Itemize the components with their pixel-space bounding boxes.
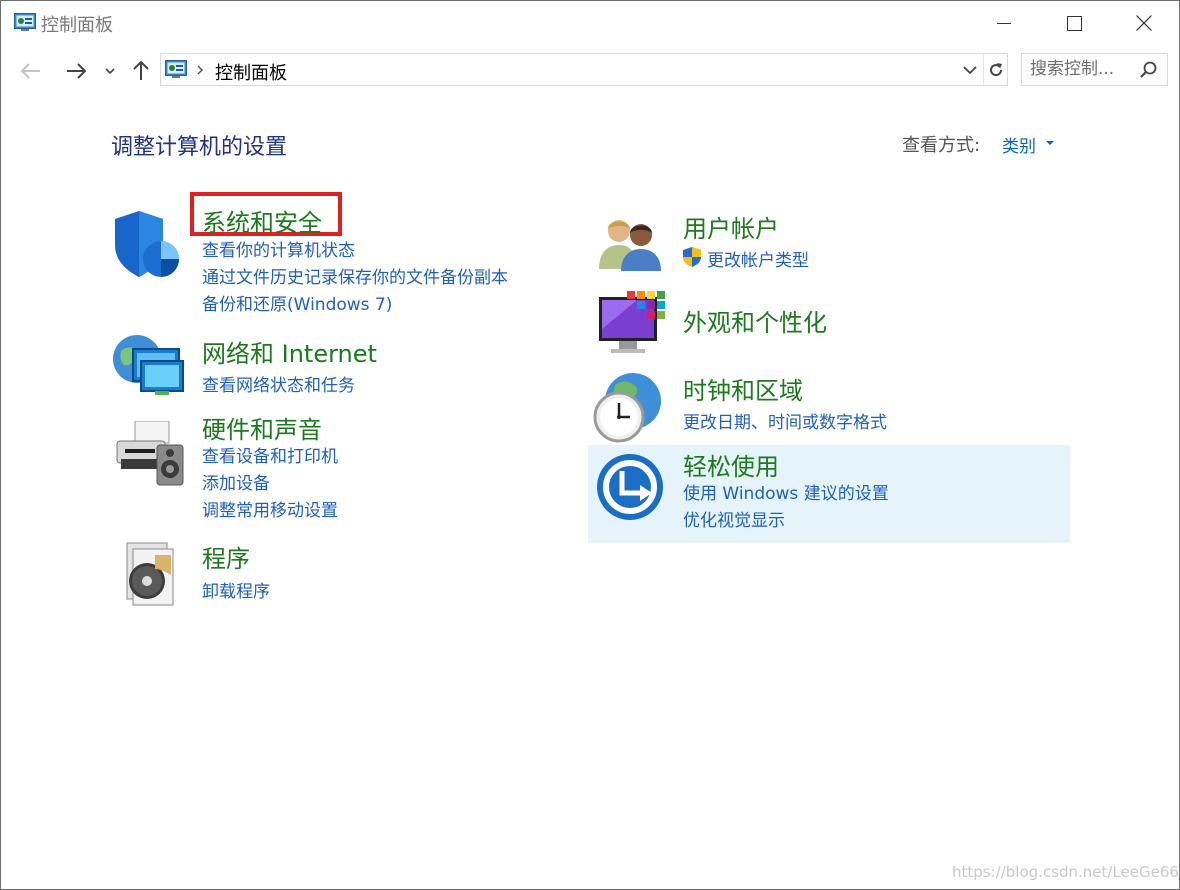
- security-shield-icon[interactable]: [113, 209, 183, 281]
- network-globe-icon[interactable]: [111, 331, 187, 401]
- link-add-device[interactable]: 添加设备: [202, 469, 270, 494]
- link-file-history[interactable]: 通过文件历史记录保存你的文件备份副本: [202, 263, 508, 288]
- refresh-icon: [990, 62, 1003, 76]
- category-system-security[interactable]: 系统和安全: [202, 203, 322, 238]
- category-appearance-personalization[interactable]: 外观和个性化: [683, 303, 827, 338]
- refresh-button[interactable]: [983, 54, 1008, 85]
- page-title: 调整计算机的设置: [111, 135, 288, 160]
- back-arrow-icon[interactable]: [18, 58, 44, 84]
- control-panel-icon: [165, 60, 187, 78]
- chevron-down-icon[interactable]: [102, 61, 118, 81]
- forward-arrow-icon[interactable]: [63, 58, 89, 84]
- printer-speaker-icon[interactable]: [113, 421, 185, 487]
- category-ease-of-access[interactable]: 轻松使用: [683, 447, 779, 482]
- category-network-internet[interactable]: 网络和 Internet: [202, 334, 377, 369]
- search-input[interactable]: [1030, 58, 1135, 80]
- title-bar[interactable]: 控制面板: [1, 1, 1179, 45]
- ease-of-access-icon[interactable]: [596, 453, 664, 521]
- category-user-accounts[interactable]: 用户帐户: [683, 209, 779, 244]
- link-uninstall-program[interactable]: 卸载程序: [202, 577, 270, 602]
- link-devices-printers[interactable]: 查看设备和打印机: [202, 442, 338, 467]
- minimize-icon: [997, 23, 1011, 24]
- window-title: 控制面板: [41, 15, 113, 36]
- view-by-label: 查看方式:: [902, 135, 981, 156]
- chevron-down-icon[interactable]: [961, 61, 979, 79]
- link-network-status[interactable]: 查看网络状态和任务: [202, 371, 355, 396]
- user-accounts-icon[interactable]: [597, 215, 663, 271]
- minimize-button[interactable]: [969, 1, 1039, 45]
- programs-disc-icon[interactable]: [119, 541, 183, 607]
- control-panel-icon: [14, 13, 36, 31]
- search-box[interactable]: [1021, 53, 1168, 86]
- up-arrow-icon[interactable]: [128, 58, 154, 84]
- control-panel-window: 控制面板 控制面板 搜索控制... 调整计算机的设置 查看方式: 类别 系统和安…: [0, 0, 1180, 890]
- view-by-dropdown[interactable]: 类别: [1002, 132, 1036, 157]
- close-icon: [1136, 15, 1152, 31]
- appearance-monitor-icon[interactable]: [597, 289, 667, 357]
- link-mobility-settings[interactable]: 调整常用移动设置: [202, 496, 338, 521]
- link-change-date-time-format[interactable]: 更改日期、时间或数字格式: [683, 408, 887, 433]
- category-programs[interactable]: 程序: [202, 539, 250, 574]
- uac-shield-icon: [683, 247, 701, 267]
- caret-down-icon[interactable]: [1046, 141, 1054, 145]
- chevron-right-icon[interactable]: [195, 60, 205, 80]
- link-optimize-visual-display[interactable]: 优化视觉显示: [683, 506, 785, 531]
- close-button[interactable]: [1109, 1, 1179, 45]
- category-hardware-sound[interactable]: 硬件和声音: [202, 410, 322, 445]
- link-view-computer-status[interactable]: 查看你的计算机状态: [202, 236, 355, 261]
- watermark: https://blog.csdn.net/LeeGe666: [952, 863, 1180, 881]
- breadcrumb[interactable]: 控制面板: [215, 59, 287, 85]
- link-recommended-settings[interactable]: 使用 Windows 建议的设置: [683, 479, 889, 504]
- link-change-account-type[interactable]: 更改帐户类型: [707, 246, 809, 271]
- address-bar[interactable]: 控制面板: [160, 53, 1008, 86]
- maximize-button[interactable]: [1039, 1, 1109, 45]
- search-icon[interactable]: [1138, 60, 1158, 80]
- link-backup-restore[interactable]: 备份和还原(Windows 7): [202, 290, 392, 315]
- category-clock-region[interactable]: 时钟和区域: [683, 371, 803, 406]
- maximize-icon: [1066, 15, 1082, 31]
- clock-globe-icon[interactable]: [593, 371, 663, 443]
